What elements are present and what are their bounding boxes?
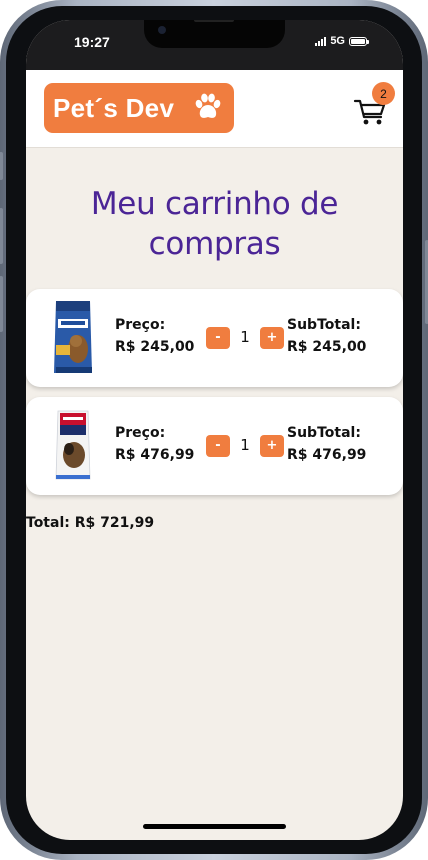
signal-icon: [315, 36, 327, 46]
price-block: Preço: R$ 476,99: [115, 422, 194, 466]
quantity-value: 1: [240, 436, 250, 454]
network-label: 5G: [330, 35, 345, 47]
price-value: R$ 245,00: [115, 339, 195, 355]
app-header: Pet´s Dev 2: [26, 70, 403, 148]
status-time: 19:27: [74, 34, 110, 50]
logo-text: Pet´s Dev: [53, 92, 175, 123]
decrease-quantity-button[interactable]: -: [206, 327, 230, 349]
subtotal-label: SubTotal:: [287, 425, 361, 441]
cart-item: Preço: R$ 245,00 - 1 + SubTotal: R$ 245,…: [26, 289, 403, 387]
phone-side-button: [0, 152, 3, 180]
royal-canin-dog-food-bag-image: [55, 410, 91, 480]
increase-quantity-button[interactable]: +: [260, 435, 284, 457]
subtotal-value: R$ 476,99: [287, 447, 367, 463]
cart-total: Total: R$ 721,99: [26, 515, 155, 531]
logo[interactable]: Pet´s Dev: [44, 83, 234, 133]
price-label: Preço:: [115, 425, 166, 441]
subtotal-block: SubTotal: R$ 476,99: [287, 422, 366, 466]
cart-count-badge: 2: [372, 82, 395, 105]
cart-item: Preço: R$ 476,99 - 1 + SubTotal: R$ 476,…: [26, 397, 403, 495]
subtotal-label: SubTotal:: [287, 317, 361, 333]
front-camera-icon: [158, 26, 166, 34]
price-label: Preço:: [115, 317, 166, 333]
phone-frame: 19:27 5G Pet´s Dev 2 Meu carrinho de com…: [0, 0, 428, 860]
page-title: Meu carrinho de compras: [26, 184, 403, 264]
page-title-line-1: Meu carrinho de: [90, 186, 339, 222]
status-indicators: 5G: [315, 35, 369, 47]
decrease-quantity-button[interactable]: -: [206, 435, 230, 457]
phone-volume-down-button: [0, 276, 3, 332]
price-value: R$ 476,99: [115, 447, 195, 463]
quantity-value: 1: [240, 328, 250, 346]
notch: [144, 20, 285, 48]
phone-volume-up-button: [0, 208, 3, 264]
page-title-line-2: compras: [148, 226, 281, 262]
home-indicator[interactable]: [143, 824, 286, 829]
increase-quantity-button[interactable]: +: [260, 327, 284, 349]
premier-dog-food-bag-image: [54, 301, 92, 373]
speaker-grille: [194, 20, 234, 22]
battery-icon: [349, 36, 369, 46]
subtotal-value: R$ 245,00: [287, 339, 367, 355]
paw-icon: [195, 93, 221, 118]
screen: 19:27 5G Pet´s Dev 2 Meu carrinho de com…: [26, 20, 403, 840]
subtotal-block: SubTotal: R$ 245,00: [287, 314, 366, 358]
price-block: Preço: R$ 245,00: [115, 314, 194, 358]
